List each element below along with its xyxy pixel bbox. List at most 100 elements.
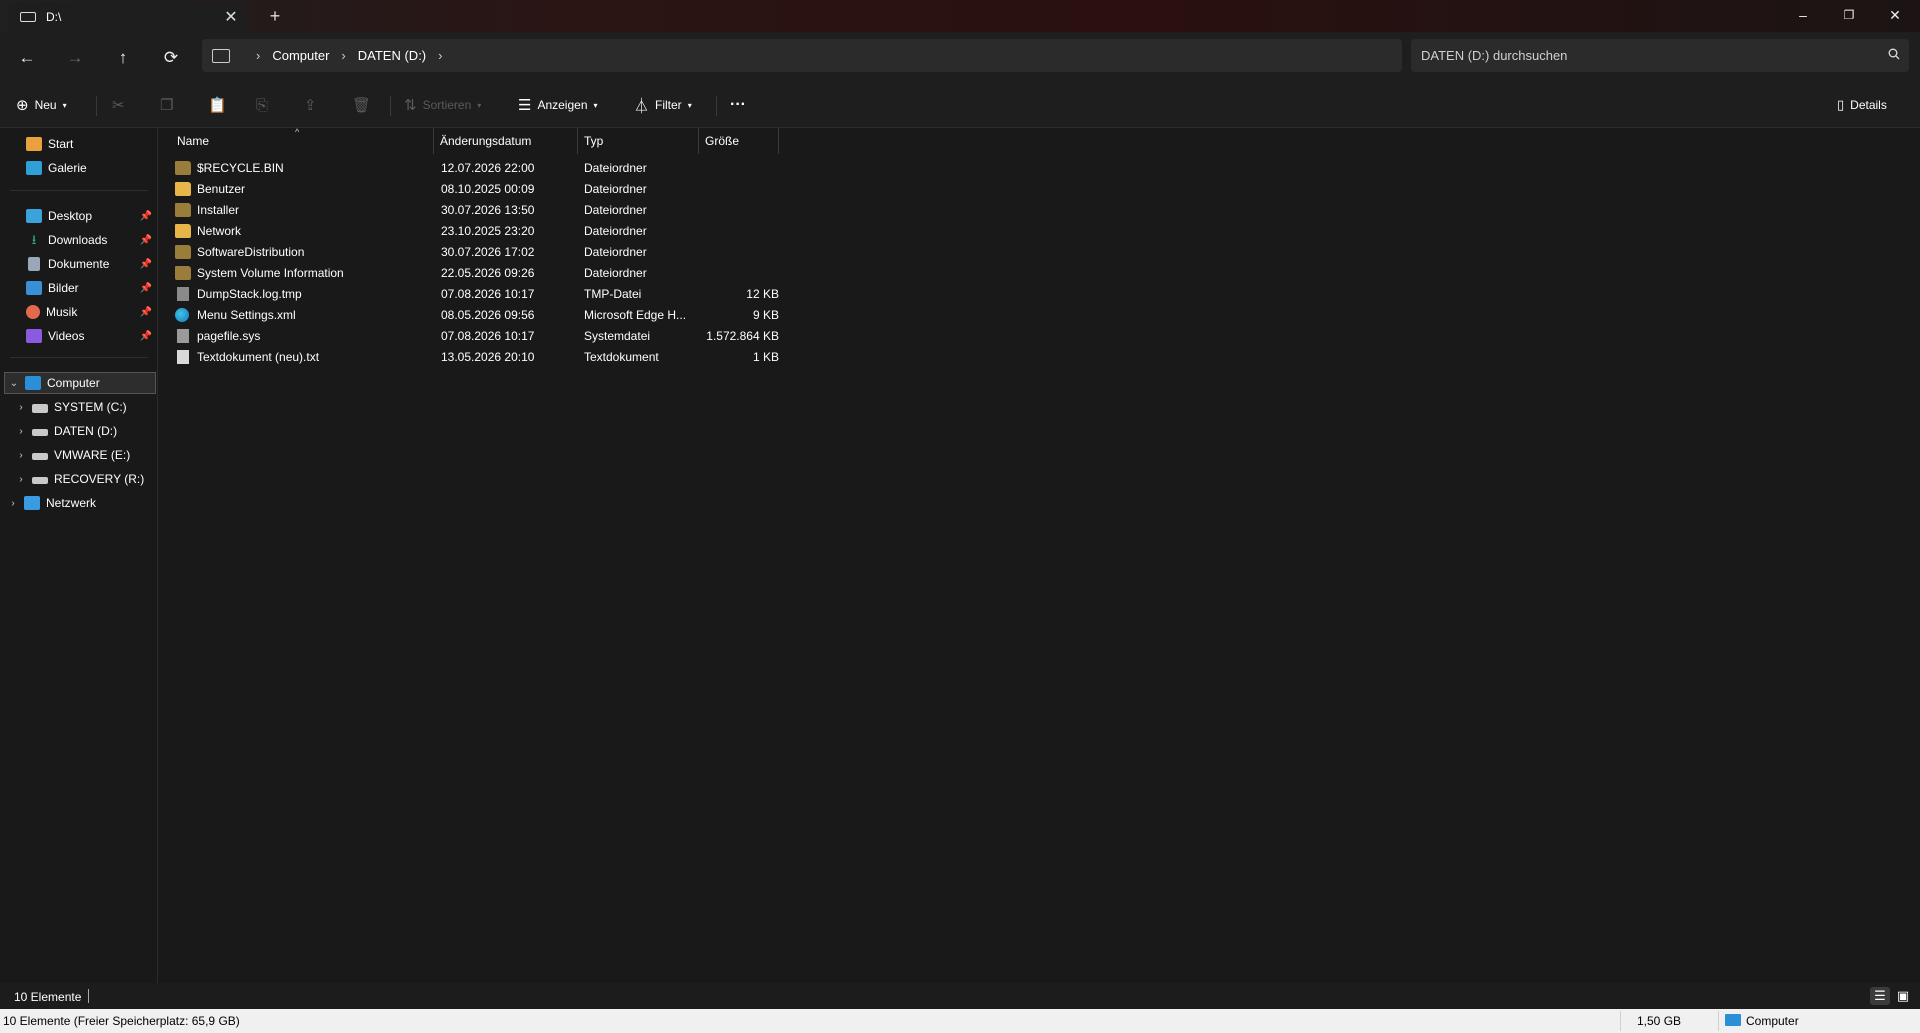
folder-icon	[175, 161, 191, 175]
more-options-button[interactable]: ···	[730, 90, 746, 120]
sidebar-item-daten-d[interactable]: › DATEN (D:)	[0, 420, 158, 442]
copy-button[interactable]: ❐	[160, 90, 179, 120]
videos-icon	[26, 329, 42, 343]
file-date: 12.07.2026 22:00	[441, 161, 535, 175]
table-row[interactable]: System Volume Information 22.05.2026 09:…	[171, 263, 931, 284]
file-type: Dateiordner	[584, 266, 647, 280]
breadcrumb-daten-d[interactable]: DATEN (D:)	[358, 48, 426, 63]
search-icon[interactable]	[1879, 48, 1909, 63]
new-button[interactable]: ⊕ Neu ▾	[16, 90, 67, 120]
file-name: Textdokument (neu).txt	[197, 350, 320, 364]
file-date: 07.08.2026 10:17	[441, 287, 535, 301]
sidebar-item-galerie[interactable]: Galerie	[0, 157, 158, 179]
sidebar-item-label: Downloads	[48, 233, 108, 247]
computer-icon	[1725, 1014, 1741, 1026]
sidebar-item-vmware-e[interactable]: › VMWARE (E:)	[0, 444, 158, 466]
sidebar-item-dokumente[interactable]: Dokumente 📌	[0, 253, 158, 275]
sidebar-item-downloads[interactable]: ⭳ Downloads 📌	[0, 229, 158, 251]
column-header-type[interactable]: Typ	[578, 128, 699, 154]
file-name: $RECYCLE.BIN	[197, 161, 284, 175]
pin-icon[interactable]: 📌	[140, 307, 152, 318]
chevron-right-icon[interactable]: ›	[256, 48, 260, 63]
copy-icon: ❐	[160, 97, 174, 114]
refresh-button[interactable]: ⟳	[154, 42, 188, 74]
drive-icon	[32, 452, 48, 460]
file-type: Textdokument	[584, 350, 659, 364]
tiles-view-icon[interactable]: ▣	[1893, 987, 1913, 1005]
file-type: TMP-Datei	[584, 287, 642, 301]
address-bar[interactable]: › Computer › DATEN (D:) ›	[202, 39, 1402, 72]
chevron-right-icon[interactable]: ›	[14, 402, 28, 413]
file-type: Dateiordner	[584, 161, 647, 175]
sidebar-item-recovery-r[interactable]: › RECOVERY (R:)	[0, 468, 158, 490]
view-button[interactable]: ☰ Anzeigen ▾	[518, 90, 598, 120]
sidebar-item-musik[interactable]: Musik 📌	[0, 301, 158, 323]
pin-icon[interactable]: 📌	[140, 211, 152, 222]
scissors-icon: ✂	[112, 97, 125, 114]
back-button[interactable]: ←	[10, 42, 44, 74]
sidebar-item-netzwerk[interactable]: › Netzwerk	[0, 492, 158, 514]
chevron-right-icon[interactable]: ›	[6, 498, 20, 509]
delete-button[interactable]: 🗑	[352, 90, 377, 120]
chevron-down-icon[interactable]: ⌄	[7, 378, 21, 389]
table-row[interactable]: Menu Settings.xml 08.05.2026 09:56 Micro…	[171, 305, 931, 326]
column-header-size[interactable]: Größe	[699, 128, 779, 154]
sidebar-item-bilder[interactable]: Bilder 📌	[0, 277, 158, 299]
forward-button[interactable]: →	[58, 42, 92, 74]
sidebar-item-start[interactable]: Start	[0, 133, 158, 155]
table-row[interactable]: Textdokument (neu).txt 13.05.2026 20:10 …	[171, 347, 931, 368]
sidebar-item-system-c[interactable]: › SYSTEM (C:)	[0, 396, 158, 418]
table-row[interactable]: Network 23.10.2025 23:20 Dateiordner	[171, 221, 931, 242]
table-row[interactable]: Installer 30.07.2026 13:50 Dateiordner	[171, 200, 931, 221]
table-row[interactable]: DumpStack.log.tmp 07.08.2026 10:17 TMP-D…	[171, 284, 931, 305]
restore-button[interactable]: ❐	[1826, 0, 1872, 30]
file-date: 23.10.2025 23:20	[441, 224, 535, 238]
table-row[interactable]: SoftwareDistribution 30.07.2026 17:02 Da…	[171, 242, 931, 263]
file-name: Network	[197, 224, 242, 238]
chevron-right-icon[interactable]: ›	[438, 48, 442, 63]
details-view-icon[interactable]: ☰	[1870, 987, 1890, 1005]
tab-close-icon[interactable]: ✕	[216, 7, 246, 27]
table-row[interactable]: Benutzer 08.10.2025 00:09 Dateiordner	[171, 179, 931, 200]
chevron-right-icon[interactable]: ›	[14, 474, 28, 485]
sidebar-item-label: Computer	[47, 376, 100, 390]
table-row[interactable]: $RECYCLE.BIN 12.07.2026 22:00 Dateiordne…	[171, 158, 931, 179]
pictures-icon	[26, 281, 42, 295]
folder-icon	[175, 266, 191, 280]
pin-icon[interactable]: 📌	[140, 283, 152, 294]
new-tab-button[interactable]: +	[262, 4, 288, 28]
file-type: Systemdatei	[584, 329, 651, 343]
breadcrumb-computer[interactable]: Computer	[272, 48, 329, 63]
chevron-right-icon[interactable]: ›	[14, 426, 28, 437]
chevron-down-icon: ▾	[62, 100, 67, 110]
folder-icon	[175, 182, 191, 196]
pin-icon[interactable]: 📌	[140, 235, 152, 246]
chevron-right-icon[interactable]: ›	[341, 48, 345, 63]
cut-button[interactable]: ✂	[112, 90, 131, 120]
pin-icon[interactable]: 📌	[140, 259, 152, 270]
search-input[interactable]	[1421, 48, 1879, 63]
chevron-right-icon[interactable]: ›	[14, 450, 28, 461]
column-header-name[interactable]: Name	[171, 128, 434, 154]
file-date: 30.07.2026 17:02	[441, 245, 535, 259]
close-window-button[interactable]: ✕	[1872, 0, 1918, 30]
sidebar-item-label: Netzwerk	[46, 496, 97, 510]
paste-button[interactable]: 📋	[208, 90, 233, 120]
sort-button[interactable]: ⇅ Sortieren ▾	[404, 90, 481, 120]
sidebar-item-desktop[interactable]: Desktop 📌	[0, 205, 158, 227]
details-button[interactable]: ▯ Details	[1837, 90, 1887, 120]
rename-button[interactable]: ⎘	[256, 90, 274, 120]
share-button[interactable]: ⇪	[304, 90, 323, 120]
minimize-button[interactable]: –	[1780, 0, 1826, 30]
chevron-down-icon: ▾	[687, 100, 692, 110]
column-header-date[interactable]: Änderungsdatum	[434, 128, 578, 154]
tab-drive-d[interactable]: D:\ ✕	[8, 2, 246, 32]
sidebar-item-videos[interactable]: Videos 📌	[0, 325, 158, 347]
sidebar-item-label: Desktop	[48, 209, 93, 223]
filter-button[interactable]: ⏃ Filter ▾	[634, 90, 692, 120]
up-button[interactable]: ↑	[106, 42, 140, 74]
sort-icon: ⇅	[404, 97, 417, 114]
pin-icon[interactable]: 📌	[140, 331, 152, 342]
table-row[interactable]: pagefile.sys 07.08.2026 10:17 Systemdate…	[171, 326, 931, 347]
sidebar-item-computer[interactable]: ⌄ Computer	[4, 372, 156, 394]
